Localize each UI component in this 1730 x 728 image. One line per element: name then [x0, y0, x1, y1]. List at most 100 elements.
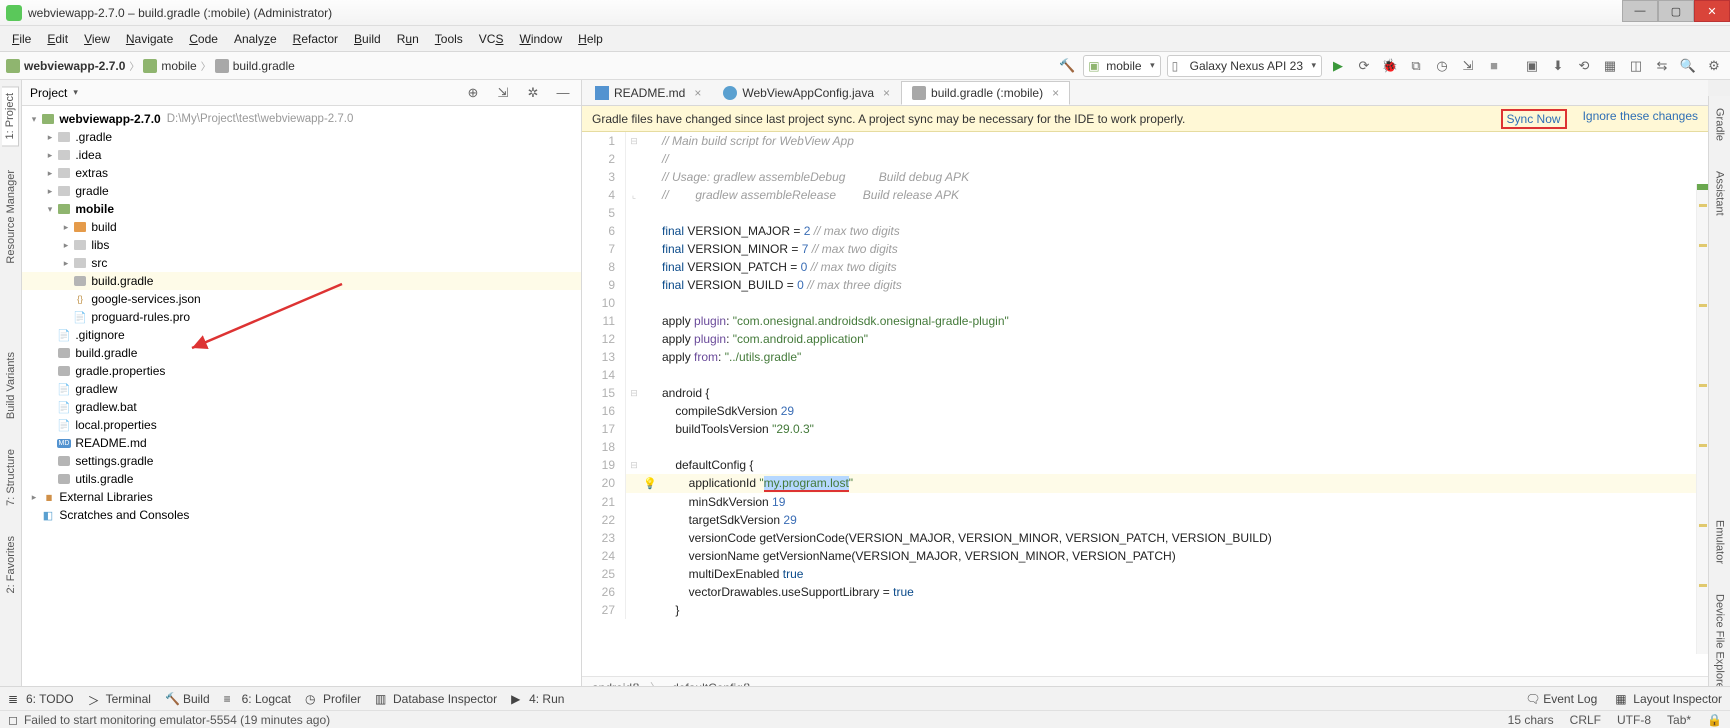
tree-item[interactable]: build — [91, 220, 116, 234]
tree-item-buildgradle[interactable]: build.gradle — [91, 274, 153, 288]
collapse-icon[interactable]: ⇲ — [493, 83, 513, 103]
application-id-value[interactable]: my.program.lost — [764, 476, 849, 492]
stop-icon[interactable]: ■ — [1484, 56, 1504, 76]
tab-structure[interactable]: 7: Structure — [3, 443, 19, 512]
ignore-changes-link[interactable]: Ignore these changes — [1583, 109, 1698, 129]
status-line-sep[interactable]: CRLF — [1570, 713, 1601, 727]
settings-icon[interactable]: ⚙ — [1704, 56, 1724, 76]
maximize-button[interactable]: ▢ — [1658, 0, 1694, 22]
tab-readme[interactable]: README.md× — [584, 81, 712, 105]
search-icon[interactable]: 🔍 — [1678, 56, 1698, 76]
menu-vcs[interactable]: VCS — [471, 29, 512, 49]
tree-item[interactable]: gradle — [75, 184, 108, 198]
tree-item[interactable]: .idea — [75, 148, 101, 162]
close-button[interactable]: ✕ — [1694, 0, 1730, 22]
crumb-project[interactable]: webviewapp-2.7.0 — [24, 59, 125, 73]
tool-logcat[interactable]: ≡6: Logcat — [224, 692, 291, 706]
minimize-button[interactable]: — — [1622, 0, 1658, 22]
menu-tools[interactable]: Tools — [427, 29, 471, 49]
tree-item[interactable]: .gradle — [75, 130, 112, 144]
tree-item[interactable]: libs — [91, 238, 109, 252]
gear-icon[interactable]: ✲ — [523, 83, 543, 103]
menu-file[interactable]: FFileile — [4, 29, 39, 49]
tree-item[interactable]: gradlew.bat — [75, 400, 136, 414]
menu-refactor[interactable]: Refactor — [285, 29, 346, 49]
tree-item[interactable]: google-services.json — [91, 292, 200, 306]
tree-item[interactable]: .gitignore — [75, 328, 124, 342]
tree-external-libraries[interactable]: External Libraries — [59, 490, 152, 504]
tree-item[interactable]: local.properties — [75, 418, 156, 432]
tool-profiler[interactable]: ◷Profiler — [305, 692, 361, 706]
tab-favorites[interactable]: 2: Favorites — [3, 530, 19, 599]
menu-run[interactable]: Run — [389, 29, 427, 49]
hammer-icon[interactable]: 🔨 — [1057, 56, 1077, 76]
menu-build[interactable]: Build — [346, 29, 389, 49]
tree-item[interactable]: README.md — [75, 436, 146, 450]
tree-root[interactable]: webviewapp-2.7.0 — [59, 112, 160, 126]
tab-assistant[interactable]: Assistant — [1712, 165, 1728, 222]
tool-build[interactable]: 🔨Build — [165, 692, 210, 706]
sync-now-link[interactable]: Sync Now — [1501, 109, 1567, 129]
tree-item-mobile[interactable]: mobile — [75, 202, 114, 216]
status-icon[interactable]: ◻ — [8, 713, 18, 727]
tab-webviewappconfig[interactable]: WebViewAppConfig.java× — [712, 81, 901, 105]
menu-code[interactable]: Code — [181, 29, 226, 49]
tool-layout-inspector[interactable]: ▦Layout Inspector — [1615, 692, 1722, 706]
tab-resource-manager[interactable]: Resource Manager — [3, 164, 19, 270]
tool-run[interactable]: ▶4: Run — [511, 692, 564, 706]
tree-item[interactable]: src — [91, 256, 107, 270]
tab-gradle[interactable]: Gradle — [1712, 102, 1728, 147]
tool-terminal[interactable]: ＞_Terminal — [88, 692, 151, 706]
tree-scratches[interactable]: Scratches and Consoles — [59, 508, 189, 522]
lock-icon[interactable]: 🔒 — [1707, 713, 1722, 727]
tab-project[interactable]: 1: Project — [2, 86, 19, 146]
intention-bulb-icon[interactable]: 💡 — [643, 478, 657, 490]
code-editor[interactable]: 1⊟// Main build script for WebView App 2… — [582, 132, 1708, 676]
chevron-down-icon[interactable]: ▾ — [73, 87, 78, 98]
run-button[interactable]: ▶ — [1328, 56, 1348, 76]
close-icon[interactable]: × — [1052, 86, 1059, 100]
apply-changes-icon[interactable]: ⟳ — [1354, 56, 1374, 76]
resource-icon[interactable]: ◫ — [1626, 56, 1646, 76]
tab-device-file-explorer[interactable]: Device File Explorer — [1712, 588, 1728, 698]
project-view-label[interactable]: Project — [30, 86, 67, 100]
tool-db-inspector[interactable]: ▥Database Inspector — [375, 692, 497, 706]
tree-item[interactable]: gradlew — [75, 382, 117, 396]
tool-todo[interactable]: ≣6: TODO — [8, 692, 74, 706]
hide-icon[interactable]: — — [553, 83, 573, 103]
avd-icon[interactable]: ▣ — [1522, 56, 1542, 76]
sdk-icon[interactable]: ⬇ — [1548, 56, 1568, 76]
tab-build-variants[interactable]: Build Variants — [3, 346, 19, 425]
menu-navigate[interactable]: Navigate — [118, 29, 181, 49]
tree-item[interactable]: extras — [75, 166, 108, 180]
module-selector[interactable]: ▣ mobile — [1083, 55, 1160, 77]
debug-icon[interactable]: 🐞 — [1380, 56, 1400, 76]
menu-analyze[interactable]: Analyze — [226, 29, 285, 49]
target-icon[interactable]: ⊕ — [463, 83, 483, 103]
tool-event-log[interactable]: 🗨Event Log — [1525, 692, 1597, 706]
crumb-module[interactable]: mobile — [161, 59, 196, 73]
error-stripe[interactable] — [1696, 184, 1708, 654]
sync-gradle-icon[interactable]: ⟲ — [1574, 56, 1594, 76]
device-selector[interactable]: ▯ Galaxy Nexus API 23 — [1167, 55, 1322, 77]
profiler-icon[interactable]: ◷ — [1432, 56, 1452, 76]
status-indent[interactable]: Tab* — [1667, 713, 1691, 727]
project-tree[interactable]: ▾ webviewapp-2.7.0D:\My\Project\test\web… — [22, 106, 581, 698]
layout-bounds-icon[interactable]: ▦ — [1600, 56, 1620, 76]
attach-icon[interactable]: ⇲ — [1458, 56, 1478, 76]
tab-buildgradle[interactable]: build.gradle (:mobile)× — [901, 81, 1070, 105]
link-icon[interactable]: ⇆ — [1652, 56, 1672, 76]
close-icon[interactable]: × — [883, 86, 890, 100]
menu-help[interactable]: Help — [570, 29, 611, 49]
crumb-file[interactable]: build.gradle — [233, 59, 295, 73]
menu-edit[interactable]: Edit — [39, 29, 76, 49]
close-icon[interactable]: × — [694, 86, 701, 100]
status-encoding[interactable]: UTF-8 — [1617, 713, 1651, 727]
menu-window[interactable]: Window — [511, 29, 570, 49]
tree-item[interactable]: gradle.properties — [75, 364, 165, 378]
tree-item[interactable]: settings.gradle — [75, 454, 153, 468]
menu-view[interactable]: View — [76, 29, 118, 49]
tab-emulator[interactable]: Emulator — [1712, 514, 1728, 570]
tree-item[interactable]: build.gradle — [75, 346, 137, 360]
tree-item[interactable]: proguard-rules.pro — [91, 310, 190, 324]
